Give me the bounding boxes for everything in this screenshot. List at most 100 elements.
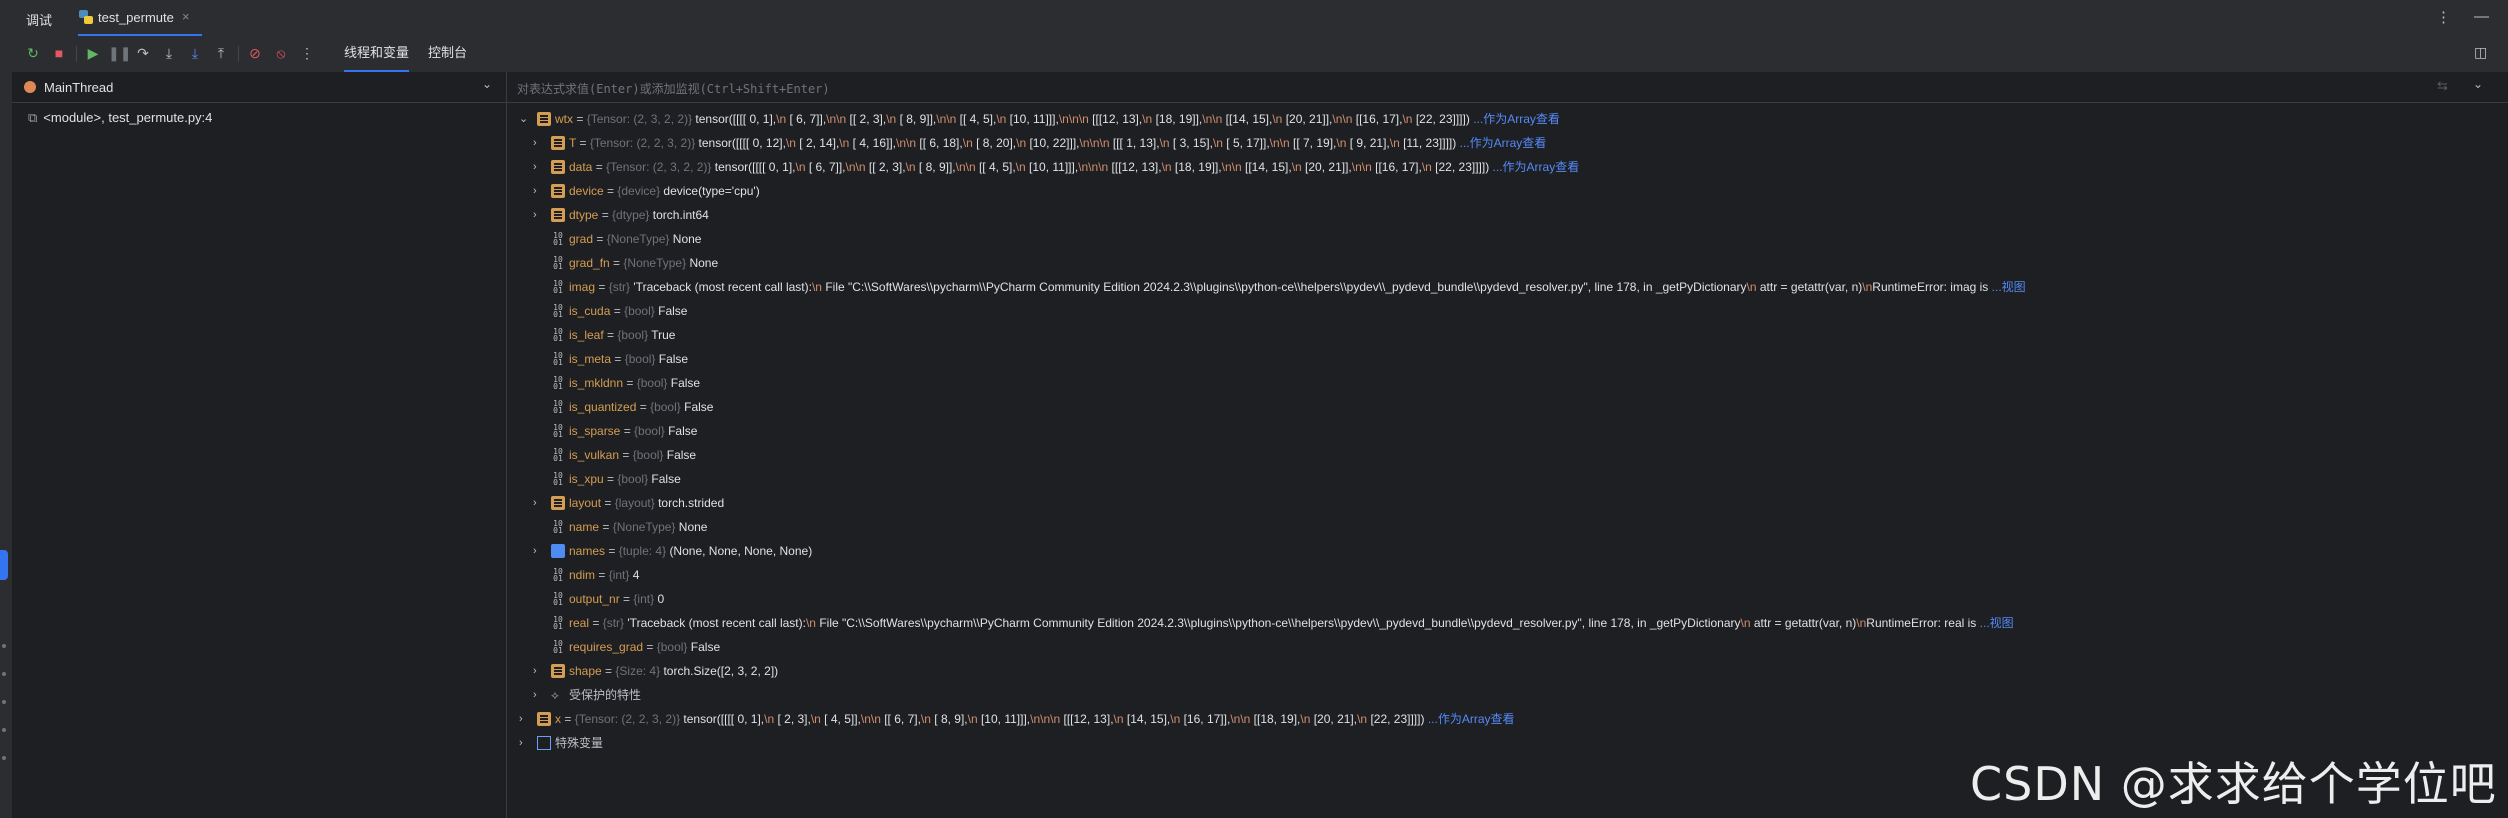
variable-row[interactable]: › device = {device} device(type='cpu') xyxy=(507,179,2497,203)
more-options-icon[interactable]: ⋮ xyxy=(2436,8,2452,26)
variable-text: dtype = {dtype} torch.int64 xyxy=(569,203,709,227)
newline-escape: \n xyxy=(776,112,787,126)
chevron-right-icon[interactable]: › xyxy=(533,203,545,227)
layout-settings-icon[interactable]: ◫ xyxy=(2474,44,2487,61)
chevron-right-icon[interactable]: › xyxy=(533,131,545,155)
step-into-my-code-icon[interactable]: ⤓ xyxy=(186,44,204,62)
tab-test-permute[interactable]: test_permute × xyxy=(78,0,202,36)
chevron-right-icon[interactable]: › xyxy=(533,179,545,203)
equals-sign: = xyxy=(598,208,613,222)
newline-escape: \n xyxy=(1291,160,1302,174)
variable-row[interactable]: 10 01 is_cuda = {bool} False xyxy=(507,299,2497,323)
variable-value: [[16, 17], xyxy=(1352,112,1403,126)
variable-type: {Size: 4} xyxy=(615,664,664,678)
variable-value: [[ 4, 5], xyxy=(975,160,1016,174)
variable-row[interactable]: › ⟡ 受保护的特性 xyxy=(507,683,2497,707)
chevron-down-icon[interactable]: ⌄ xyxy=(482,77,492,91)
view-breakpoints-icon[interactable]: ⊘ xyxy=(246,44,264,62)
variable-row[interactable]: 10 01 imag = {str} 'Traceback (most recent… xyxy=(507,275,2497,299)
resume-icon[interactable]: ▶ xyxy=(84,44,102,62)
chevron-right-icon[interactable]: › xyxy=(533,683,545,707)
equals-sign: = xyxy=(599,520,613,534)
variable-row[interactable]: 10 01 name = {NoneType} None xyxy=(507,515,2497,539)
chevron-right-icon[interactable]: › xyxy=(519,731,531,755)
newline-escape: \n xyxy=(1212,136,1223,150)
view-as-array-link[interactable]: ...视图 xyxy=(1980,616,2014,630)
variable-row[interactable]: › T = {Tensor: (2, 2, 3, 2)} tensor([[[[ … xyxy=(507,131,2497,155)
chevron-down-icon[interactable]: ⌄ xyxy=(2473,77,2483,91)
variable-row[interactable]: › dtype = {dtype} torch.int64 xyxy=(507,203,2497,227)
pause-icon[interactable]: ❚❚ xyxy=(108,44,131,62)
chevron-right-icon[interactable]: › xyxy=(533,155,545,179)
variable-row[interactable]: › names = {tuple: 4} (None, None, None, N… xyxy=(507,539,2497,563)
view-as-array-link[interactable]: ...视图 xyxy=(1992,280,2026,294)
variable-row[interactable]: 10 01 is_sparse = {bool} False xyxy=(507,419,2497,443)
variable-row[interactable]: 10 01 is_vulkan = {bool} False xyxy=(507,443,2497,467)
more-actions-icon[interactable]: ⋮ xyxy=(298,44,316,62)
newline-escape: \n\n xyxy=(936,112,957,126)
variable-value: [[16, 17], xyxy=(1371,160,1422,174)
variable-row[interactable]: 10 01 grad = {NoneType} None xyxy=(507,227,2497,251)
evaluate-expression-input[interactable]: 对表达式求值(Enter)或添加监视(Ctrl+Shift+Enter) xyxy=(517,80,830,97)
variable-value: [[14, 15], xyxy=(1241,160,1292,174)
variable-row[interactable]: 10 01 is_meta = {bool} False xyxy=(507,347,2497,371)
chevron-right-icon[interactable]: › xyxy=(533,659,545,683)
variable-row[interactable]: 10 01 is_leaf = {bool} True xyxy=(507,323,2497,347)
view-as-array-link[interactable]: ...作为Array查看 xyxy=(1456,136,1547,150)
variable-value: [[ 4, 5], xyxy=(956,112,997,126)
add-watch-icon[interactable]: ⇆ xyxy=(2437,78,2448,94)
primitive-icon: 10 01 xyxy=(553,639,563,655)
tab-console[interactable]: 控制台 xyxy=(428,36,467,70)
chevron-down-icon[interactable]: ⌄ xyxy=(519,107,531,131)
variable-text: requires_grad = {bool} False xyxy=(569,635,720,659)
chevron-right-icon[interactable]: › xyxy=(533,491,545,515)
equals-sign: = xyxy=(643,640,657,654)
step-into-icon[interactable]: ⤓ xyxy=(160,44,178,62)
equals-sign: = xyxy=(636,400,651,414)
equals-sign: = xyxy=(573,112,587,126)
close-tab-icon[interactable]: × xyxy=(182,9,190,24)
mute-breakpoints-icon[interactable]: ⦸ xyxy=(272,44,290,62)
variable-name: wtx xyxy=(555,112,573,126)
stack-frame-item[interactable]: ⧉ <module>, test_permute.py:4 xyxy=(28,110,212,126)
variable-row[interactable]: › x = {Tensor: (2, 2, 3, 2)} tensor([[[[ … xyxy=(507,707,2497,731)
variable-row[interactable]: › layout = {layout} torch.strided xyxy=(507,491,2497,515)
newline-escape: \n xyxy=(1142,112,1153,126)
variable-row[interactable]: 10 01 is_quantized = {bool} False xyxy=(507,395,2497,419)
step-over-icon[interactable]: ↷ xyxy=(134,44,152,62)
variable-row[interactable]: 10 01 real = {str} 'Traceback (most recent… xyxy=(507,611,2497,635)
variable-row[interactable]: 10 01 is_xpu = {bool} False xyxy=(507,467,2497,491)
variable-row[interactable]: 10 01 output_nr = {int} 0 xyxy=(507,587,2497,611)
variable-row[interactable]: 10 01 grad_fn = {NoneType} None xyxy=(507,251,2497,275)
variable-name: is_vulkan xyxy=(569,448,620,462)
variable-type: {bool} xyxy=(650,400,685,414)
step-out-icon[interactable]: ⤒ xyxy=(212,44,230,62)
variable-row[interactable]: › shape = {Size: 4} torch.Size([2, 3, 2, … xyxy=(507,659,2497,683)
variable-type: {Tensor: (2, 3, 2, 2)} xyxy=(606,160,715,174)
primitive-icon: 10 01 xyxy=(553,231,563,247)
stop-icon[interactable]: ■ xyxy=(50,44,68,62)
variable-row[interactable]: 10 01 is_mkldnn = {bool} False xyxy=(507,371,2497,395)
active-tool-marker[interactable] xyxy=(0,550,8,580)
chevron-right-icon[interactable]: › xyxy=(519,707,531,731)
thread-selector[interactable]: MainThread ⌄ xyxy=(12,72,506,103)
view-as-array-link[interactable]: ...作为Array查看 xyxy=(1489,160,1580,174)
tab-threads-and-variables[interactable]: 线程和变量 xyxy=(344,36,410,72)
variable-row[interactable]: › data = {Tensor: (2, 3, 2, 2)} tensor([[… xyxy=(507,155,2497,179)
variable-name: is_mkldnn xyxy=(569,376,624,390)
variable-row[interactable]: ⌄ wtx = {Tensor: (2, 3, 2, 2)} tensor([[[… xyxy=(507,107,2497,131)
view-as-array-link[interactable]: ...作为Array查看 xyxy=(1424,712,1515,726)
minimize-icon[interactable]: — xyxy=(2474,8,2489,25)
variable-value: [[18, 19], xyxy=(1250,712,1301,726)
variable-value: [ 2, 3], xyxy=(774,712,811,726)
variable-row[interactable]: 10 01 requires_grad = {bool} False xyxy=(507,635,2497,659)
chevron-right-icon[interactable]: › xyxy=(533,539,545,563)
variable-name: is_sparse xyxy=(569,424,621,438)
equals-sign: = xyxy=(576,136,590,150)
rerun-icon[interactable]: ↻ xyxy=(24,44,42,62)
view-as-array-link[interactable]: ...作为Array查看 xyxy=(1470,112,1560,126)
variable-type: {layout} xyxy=(614,496,659,510)
evaluate-expression-bar[interactable]: 对表达式求值(Enter)或添加监视(Ctrl+Shift+Enter) ⇆ ⌄ xyxy=(507,72,2508,103)
variable-value: [[[ 1, 13], xyxy=(1109,136,1160,150)
variable-row[interactable]: 10 01 ndim = {int} 4 xyxy=(507,563,2497,587)
